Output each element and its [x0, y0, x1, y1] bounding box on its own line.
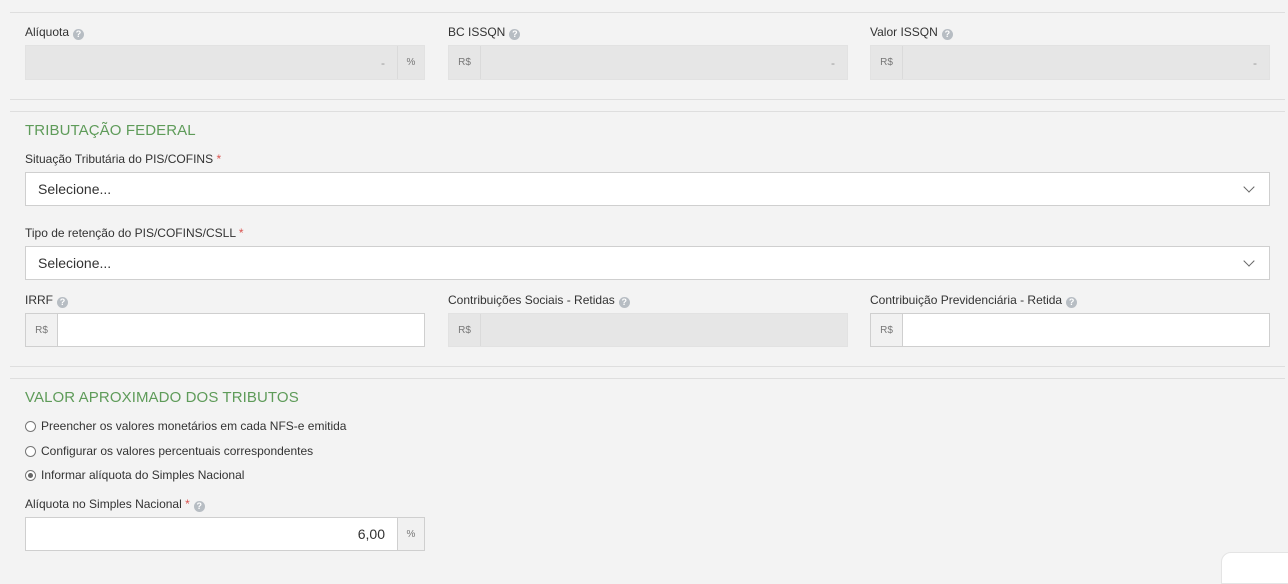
contrib-sociais-value: [481, 314, 847, 346]
retencao-select[interactable]: Selecione...: [25, 246, 1270, 280]
retencao-label: Tipo de retenção do PIS/COFINS/CSLL *: [25, 226, 244, 240]
simples-input[interactable]: 6,00 %: [25, 517, 425, 551]
divider: [10, 99, 1285, 100]
pis-cofins-label: Situação Tributária do PIS/COFINS *: [25, 152, 222, 166]
bc-issqn-value: -: [831, 55, 835, 70]
divider: [10, 12, 1285, 13]
radio-option-monetarios[interactable]: Preencher os valores monetários em cada …: [25, 419, 346, 433]
question-circle-icon[interactable]: ?: [941, 29, 953, 40]
irrf-label: IRRF?: [25, 293, 68, 308]
aliquota-label: Alíquota?: [25, 25, 85, 40]
question-circle-icon[interactable]: ?: [193, 501, 205, 512]
chevron-down-icon: [1243, 181, 1255, 193]
radio-option-simples[interactable]: Informar alíquota do Simples Nacional: [25, 468, 244, 482]
divider: [10, 366, 1285, 367]
question-circle-icon[interactable]: ?: [73, 29, 85, 40]
chevron-down-icon: [1243, 255, 1255, 267]
currency-addon: R$: [26, 314, 58, 346]
contrib-sociais-input[interactable]: R$: [448, 313, 848, 347]
aliquota-value: -: [381, 55, 385, 70]
percent-addon: %: [397, 518, 424, 550]
radio-button[interactable]: [25, 445, 36, 457]
question-circle-icon[interactable]: ?: [618, 297, 630, 308]
contrib-sociais-label: Contribuições Sociais - Retidas?: [448, 293, 630, 308]
currency-addon: R$: [449, 314, 481, 346]
aliquota-input[interactable]: - %: [25, 45, 425, 80]
radio-option-percentuais[interactable]: Configurar os valores percentuais corres…: [25, 444, 313, 458]
irrf-value: [58, 314, 424, 346]
currency-addon: R$: [871, 46, 903, 79]
section-title-aproximado: VALOR APROXIMADO DOS TRIBUTOS: [25, 389, 299, 406]
question-circle-icon[interactable]: ?: [57, 297, 68, 308]
currency-addon: R$: [871, 314, 903, 346]
floating-widget-corner[interactable]: [1221, 552, 1288, 584]
valor-issqn-input[interactable]: R$ -: [870, 45, 1270, 80]
simples-label: Alíquota no Simples Nacional *?: [25, 497, 205, 512]
select-value: Selecione...: [38, 255, 112, 271]
simples-value: 6,00: [357, 526, 385, 542]
section-title-federal: TRIBUTAÇÃO FEDERAL: [25, 122, 196, 139]
question-circle-icon[interactable]: ?: [509, 29, 521, 40]
currency-addon: R$: [449, 46, 481, 79]
bc-issqn-input[interactable]: R$ -: [448, 45, 848, 80]
valor-issqn-label: Valor ISSQN?: [870, 25, 953, 40]
select-value: Selecione...: [38, 181, 112, 197]
valor-issqn-value: -: [1253, 55, 1257, 70]
irrf-input[interactable]: R$: [25, 313, 425, 347]
radio-button-checked[interactable]: [25, 469, 36, 481]
percent-addon: %: [397, 46, 424, 79]
contrib-prev-input[interactable]: R$: [870, 313, 1270, 347]
divider: [10, 378, 1285, 379]
contrib-prev-label: Contribuição Previdenciária - Retida?: [870, 293, 1078, 308]
radio-button[interactable]: [25, 420, 36, 432]
pis-cofins-select[interactable]: Selecione...: [25, 172, 1270, 206]
contrib-prev-value: [903, 314, 1269, 346]
question-circle-icon[interactable]: ?: [1066, 297, 1078, 308]
divider: [10, 111, 1285, 112]
bc-issqn-label: BC ISSQN?: [448, 25, 521, 40]
